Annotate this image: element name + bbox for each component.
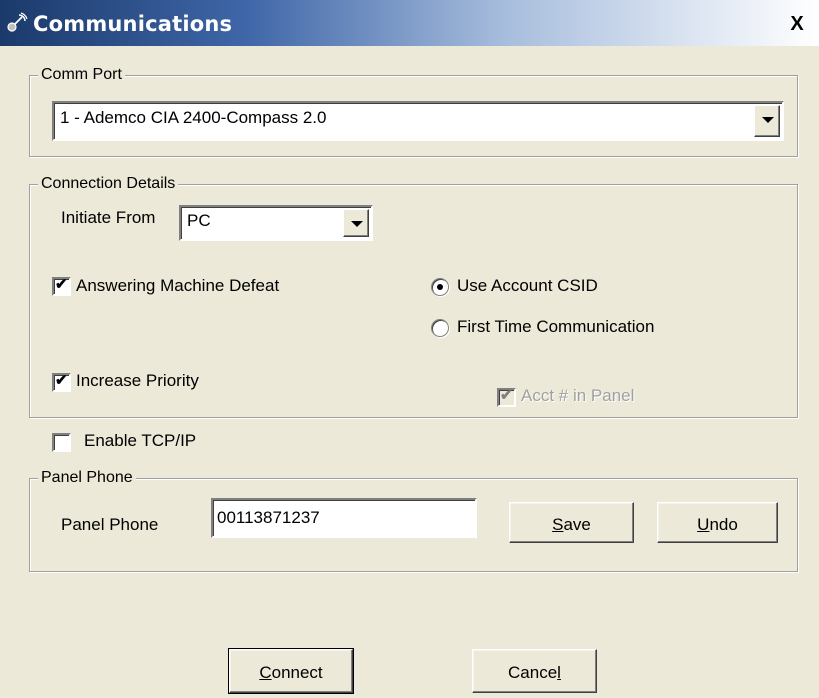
title-bar[interactable]: Communications X [0, 0, 819, 46]
chevron-down-icon[interactable] [343, 209, 369, 237]
panel-phone-legend: Panel Phone [38, 469, 136, 487]
comm-port-value: 1 - Ademco CIA 2400-Compass 2.0 [60, 108, 327, 127]
undo-label: Undo [697, 515, 738, 534]
increase-priority-checkbox[interactable]: ✔ [52, 372, 71, 392]
first-time-communication-label[interactable]: First Time Communication [457, 317, 654, 337]
checkmark-icon: ✔ [500, 387, 513, 404]
radio-selected-dot [437, 284, 443, 290]
first-time-communication-radio[interactable] [431, 319, 449, 337]
checkmark-icon: ✔ [55, 372, 68, 389]
use-account-csid-radio[interactable] [431, 278, 449, 296]
acct-in-panel-checkbox: ✔ [497, 387, 516, 407]
cancel-label: Cancel [508, 663, 561, 682]
answering-machine-defeat-label[interactable]: Answering Machine Defeat [76, 276, 279, 296]
enable-tcpip-label[interactable]: Enable TCP/IP [84, 431, 196, 451]
comm-port-select[interactable]: 1 - Ademco CIA 2400-Compass 2.0 [52, 101, 784, 141]
enable-tcpip-checkbox[interactable] [52, 433, 71, 452]
increase-priority-label[interactable]: Increase Priority [76, 371, 199, 391]
initiate-from-value: PC [187, 211, 211, 230]
window-title: Communications [33, 12, 233, 36]
chevron-down-icon[interactable] [754, 105, 780, 137]
close-button[interactable]: X [783, 12, 811, 36]
connection-details-legend: Connection Details [38, 175, 179, 193]
use-account-csid-label[interactable]: Use Account CSID [457, 276, 598, 296]
panel-phone-input[interactable] [211, 498, 477, 538]
acct-in-panel-label: Acct # in Panel [521, 386, 635, 405]
connect-label: Connect [259, 663, 323, 682]
initiate-from-label: Initiate From [61, 208, 156, 227]
satellite-dish-icon [7, 12, 28, 32]
connect-button[interactable]: Connect [228, 648, 354, 694]
panel-phone-label: Panel Phone [61, 515, 159, 534]
initiate-from-select[interactable]: PC [179, 205, 373, 241]
save-label: Save [552, 515, 591, 534]
cancel-button[interactable]: Cancel [472, 649, 597, 693]
comm-port-legend: Comm Port [38, 66, 125, 84]
save-button[interactable]: Save [509, 502, 634, 543]
checkmark-icon: ✔ [55, 276, 68, 293]
answering-machine-defeat-checkbox[interactable]: ✔ [52, 276, 71, 296]
undo-button[interactable]: Undo [657, 502, 778, 543]
